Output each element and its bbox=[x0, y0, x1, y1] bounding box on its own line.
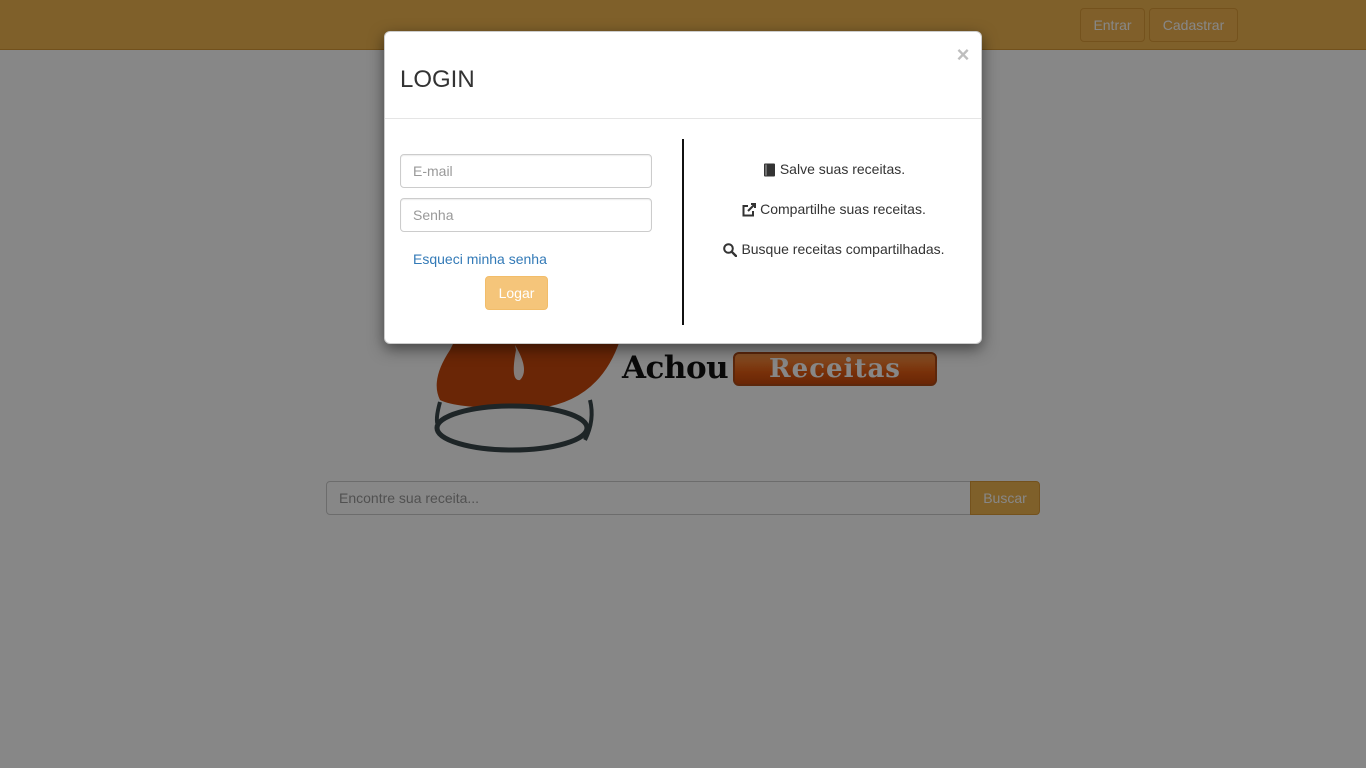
email-field[interactable] bbox=[400, 154, 652, 188]
login-button[interactable]: Logar bbox=[485, 276, 548, 310]
search-icon bbox=[723, 243, 738, 258]
feature-label: Compartilhe suas receitas. bbox=[760, 201, 926, 217]
login-modal: LOGIN × Esqueci minha senha Logar Salve … bbox=[384, 31, 982, 344]
modal-title: LOGIN bbox=[400, 66, 475, 93]
password-field[interactable] bbox=[400, 198, 652, 232]
book-icon bbox=[763, 163, 776, 177]
modal-header: LOGIN × bbox=[385, 32, 981, 119]
forgot-password-link[interactable]: Esqueci minha senha bbox=[413, 251, 547, 267]
feature-label: Salve suas receitas. bbox=[779, 161, 906, 177]
feature-search-recipes: Busque receitas compartilhadas. bbox=[685, 239, 983, 259]
close-button[interactable]: × bbox=[953, 42, 973, 68]
feature-share-recipes: Compartilhe suas receitas. bbox=[685, 199, 983, 219]
feature-label: Busque receitas compartilhadas. bbox=[741, 241, 945, 257]
vertical-divider bbox=[682, 139, 684, 325]
feature-save-recipes: Salve suas receitas. bbox=[685, 159, 983, 179]
share-icon bbox=[742, 203, 757, 217]
